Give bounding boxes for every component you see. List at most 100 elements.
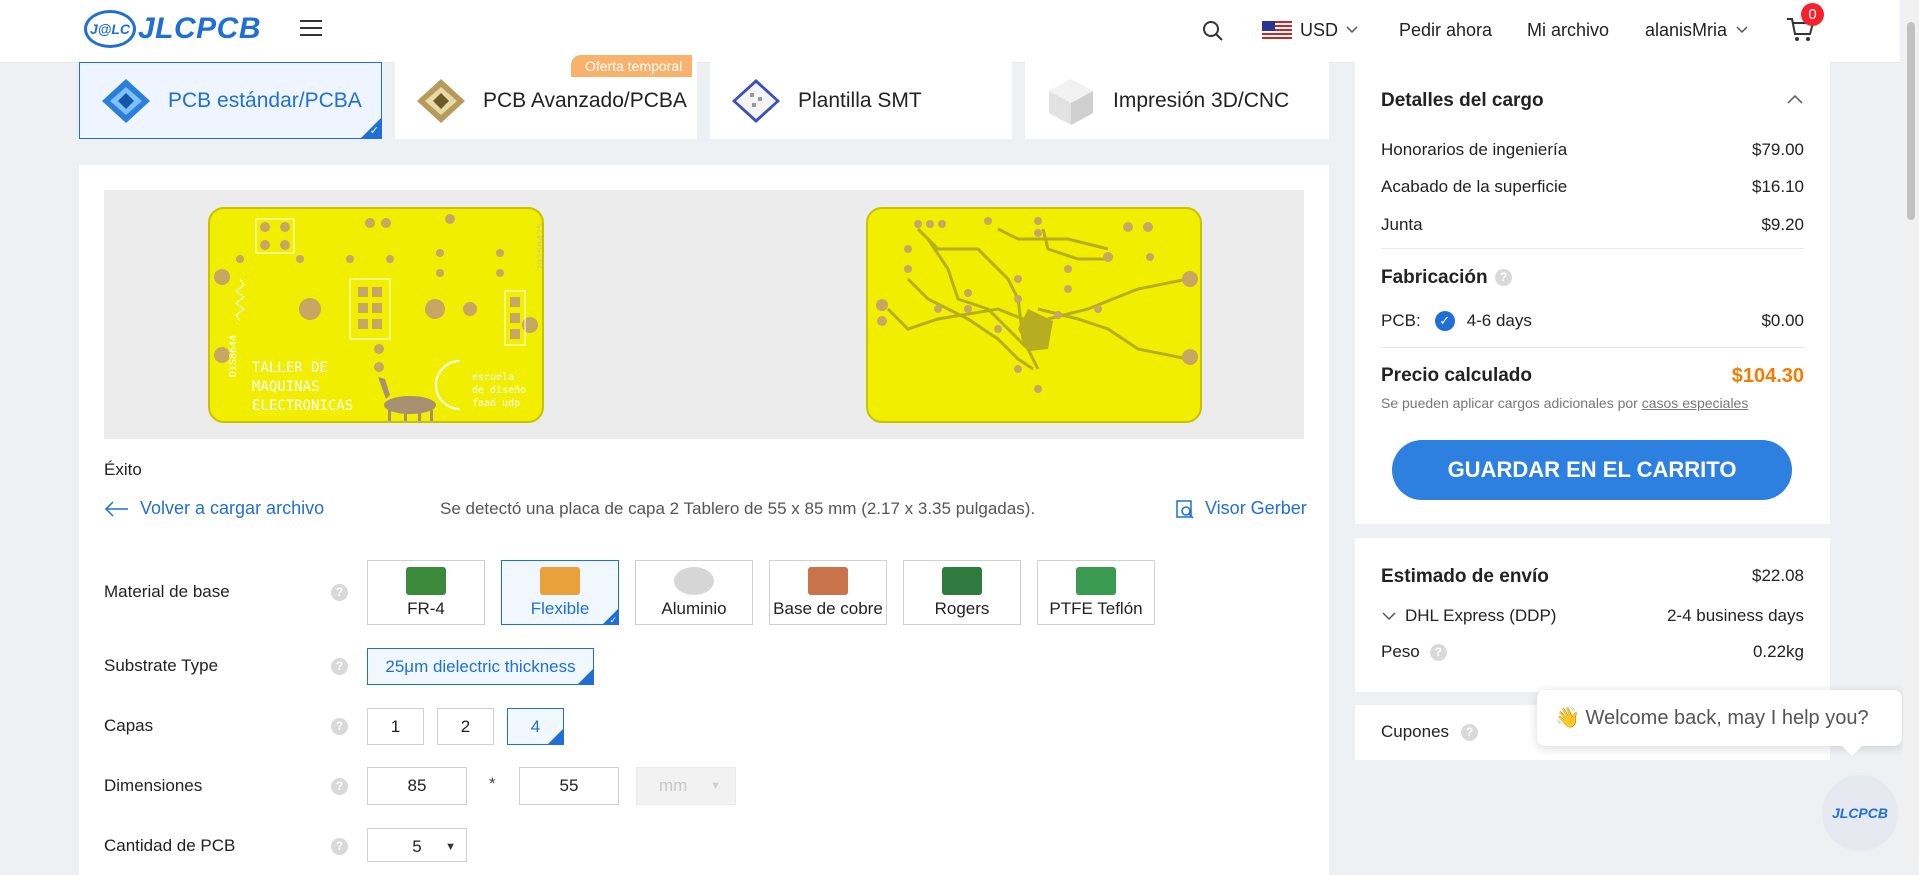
substrate-option-label: 25μm dielectric thickness xyxy=(385,657,576,676)
aluminum-thumbnail xyxy=(674,567,714,595)
dimension-separator: * xyxy=(489,774,496,793)
silk-line-1: TALLER DE xyxy=(252,360,328,376)
silk-line-3: ELECTRONICAS xyxy=(252,398,354,414)
tab-3d-printing-cnc[interactable]: Impresión 3D/CNC xyxy=(1025,62,1329,139)
help-icon[interactable]: ? xyxy=(331,778,348,795)
material-label: PTFE Teflón xyxy=(1049,599,1143,618)
material-flexible-option[interactable]: Flexible ✓ xyxy=(501,560,619,625)
substrate-25um-option[interactable]: 25μm dielectric thickness ✓ xyxy=(367,648,594,685)
chat-launcher-button[interactable]: JLCPCB xyxy=(1822,775,1898,851)
chat-welcome-bubble[interactable]: 👋 Welcome back, may I help you? xyxy=(1537,690,1902,756)
shipping-title-row: Estimado de envío $22.08 xyxy=(1381,566,1804,588)
chevron-down-icon[interactable] xyxy=(1735,22,1749,41)
scrollbar-thumb[interactable] xyxy=(1907,22,1915,220)
wave-icon: 👋 xyxy=(1555,707,1580,729)
tab-label: PCB Avanzado/PCBA xyxy=(483,88,687,112)
weight-label: Peso xyxy=(1381,642,1420,661)
height-input[interactable]: 55 xyxy=(519,767,619,805)
gerber-viewer-link[interactable]: Visor Gerber xyxy=(1175,498,1307,519)
charge-value: $9.20 xyxy=(1761,215,1804,234)
charge-label: Acabado de la superficie xyxy=(1381,177,1568,196)
silk-line-2: MAQUINAS xyxy=(252,379,320,395)
material-label: FR-4 xyxy=(407,599,445,618)
rogers-thumbnail xyxy=(942,567,982,595)
advanced-pcb-thumbnail xyxy=(413,73,469,129)
fabrication-title: Fabricación xyxy=(1381,267,1488,288)
upload-status: Éxito xyxy=(104,460,142,479)
3d-printing-thumbnail xyxy=(1043,73,1099,129)
chevron-up-icon[interactable] xyxy=(1786,92,1804,111)
pcb-label: PCB: xyxy=(1381,311,1421,330)
tab-standard-pcb[interactable]: PCB estándar/PCBA ✓ xyxy=(79,62,382,139)
material-copper-option[interactable]: Base de cobre xyxy=(769,560,887,625)
pcb-back-view xyxy=(866,207,1202,423)
pcb-lead-time-row: PCB: ✓ 4-6 days $0.00 xyxy=(1381,311,1804,331)
help-icon[interactable]: ? xyxy=(331,658,348,675)
check-icon: ✓ xyxy=(369,125,379,137)
chat-message: Welcome back, may I help you? xyxy=(1585,707,1869,729)
layers-4-option[interactable]: 4 ✓ xyxy=(507,708,564,745)
charge-value: $79.00 xyxy=(1752,140,1804,159)
shipping-method-row[interactable]: DHL Express (DDP) 2-4 business days xyxy=(1381,606,1804,626)
detected-board-info: Se detectó una placa de capa 2 Tablero d… xyxy=(440,499,1036,518)
help-icon[interactable]: ? xyxy=(1461,723,1479,741)
material-label: Base de cobre xyxy=(773,599,883,618)
shipping-price: $22.08 xyxy=(1752,566,1804,585)
check-circle-icon[interactable]: ✓ xyxy=(1434,311,1455,331)
copper-thumbnail xyxy=(808,567,848,595)
top-header: J@LC JLCPCB USD Pedir ahora Mi archivo a… xyxy=(0,0,1900,63)
layers-2-option[interactable]: 2 xyxy=(437,708,494,745)
special-cases-link[interactable]: casos especiales xyxy=(1642,395,1749,411)
pcb-front-view: TALLER DE MAQUINAS ELECTRONICAS escuela … xyxy=(208,207,544,423)
tab-label: PCB estándar/PCBA xyxy=(168,88,362,112)
quantity-select[interactable]: 5 ▼ xyxy=(367,828,467,862)
currency-selector[interactable]: USD xyxy=(1300,20,1338,41)
base-material-label: Material de base xyxy=(104,582,230,601)
check-icon: ✓ xyxy=(584,663,592,673)
additional-charges-note: Se pueden aplicar cargos adicionales por… xyxy=(1381,395,1748,411)
dimensions-label: Dimensiones xyxy=(104,776,203,795)
hamburger-menu-icon[interactable] xyxy=(300,20,322,38)
charge-row-engineering: Honorarios de ingeniería $79.00 xyxy=(1381,140,1804,160)
reupload-file-link[interactable]: Volver a cargar archivo xyxy=(104,498,324,519)
cart-count-badge: 0 xyxy=(1801,3,1824,26)
save-to-cart-button[interactable]: GUARDAR EN EL CARRITO xyxy=(1392,440,1792,500)
us-flag-icon[interactable] xyxy=(1262,21,1292,41)
charge-label: Junta xyxy=(1381,215,1423,234)
arrow-left-icon xyxy=(104,500,128,517)
silk-logo-line-3: faad udp xyxy=(472,398,521,409)
user-menu[interactable]: alanisMria xyxy=(1645,20,1727,41)
search-icon[interactable] xyxy=(1202,20,1224,47)
gerber-viewer-label: Visor Gerber xyxy=(1205,498,1307,518)
layer-option-label: 2 xyxy=(460,717,471,736)
material-fr4-option[interactable]: FR-4 xyxy=(367,560,485,625)
ptfe-thumbnail xyxy=(1076,567,1116,595)
caret-down-icon: ▼ xyxy=(710,780,721,792)
material-aluminum-option[interactable]: Aluminio xyxy=(635,560,753,625)
limited-offer-badge: Oferta temporal xyxy=(571,55,693,77)
help-icon[interactable]: ? xyxy=(331,584,348,601)
divider xyxy=(1381,248,1804,249)
help-icon[interactable]: ? xyxy=(1429,643,1447,661)
weight-value: 0.22kg xyxy=(1752,642,1804,661)
help-icon[interactable]: ? xyxy=(331,718,348,735)
help-icon[interactable]: ? xyxy=(1495,269,1512,286)
material-rogers-option[interactable]: Rogers xyxy=(903,560,1021,625)
my-files-link[interactable]: Mi archivo xyxy=(1527,20,1609,41)
layers-1-option[interactable]: 1 xyxy=(367,708,424,745)
calculated-price-value: $104.30 xyxy=(1731,365,1804,387)
silk-vertical-code: DIS8644 xyxy=(228,334,239,377)
material-ptfe-option[interactable]: PTFE Teflón xyxy=(1037,560,1155,625)
unit-select[interactable]: mm ▼ xyxy=(636,767,736,805)
order-now-link[interactable]: Pedir ahora xyxy=(1399,20,1492,41)
chevron-down-icon[interactable] xyxy=(1345,22,1359,41)
silk-logo-line-1: escuela xyxy=(472,372,515,383)
weight-row: Peso ? 0.22kg xyxy=(1381,642,1804,662)
width-input[interactable]: 85 xyxy=(367,767,467,805)
charge-value: $16.10 xyxy=(1752,177,1804,196)
jlcpcb-logo[interactable]: J@LC JLCPCB xyxy=(84,10,261,48)
caret-down-icon: ▼ xyxy=(445,841,456,853)
substrate-type-label: Substrate Type xyxy=(104,656,219,675)
tab-smt-stencil[interactable]: Plantilla SMT xyxy=(710,62,1012,139)
help-icon[interactable]: ? xyxy=(331,838,348,855)
